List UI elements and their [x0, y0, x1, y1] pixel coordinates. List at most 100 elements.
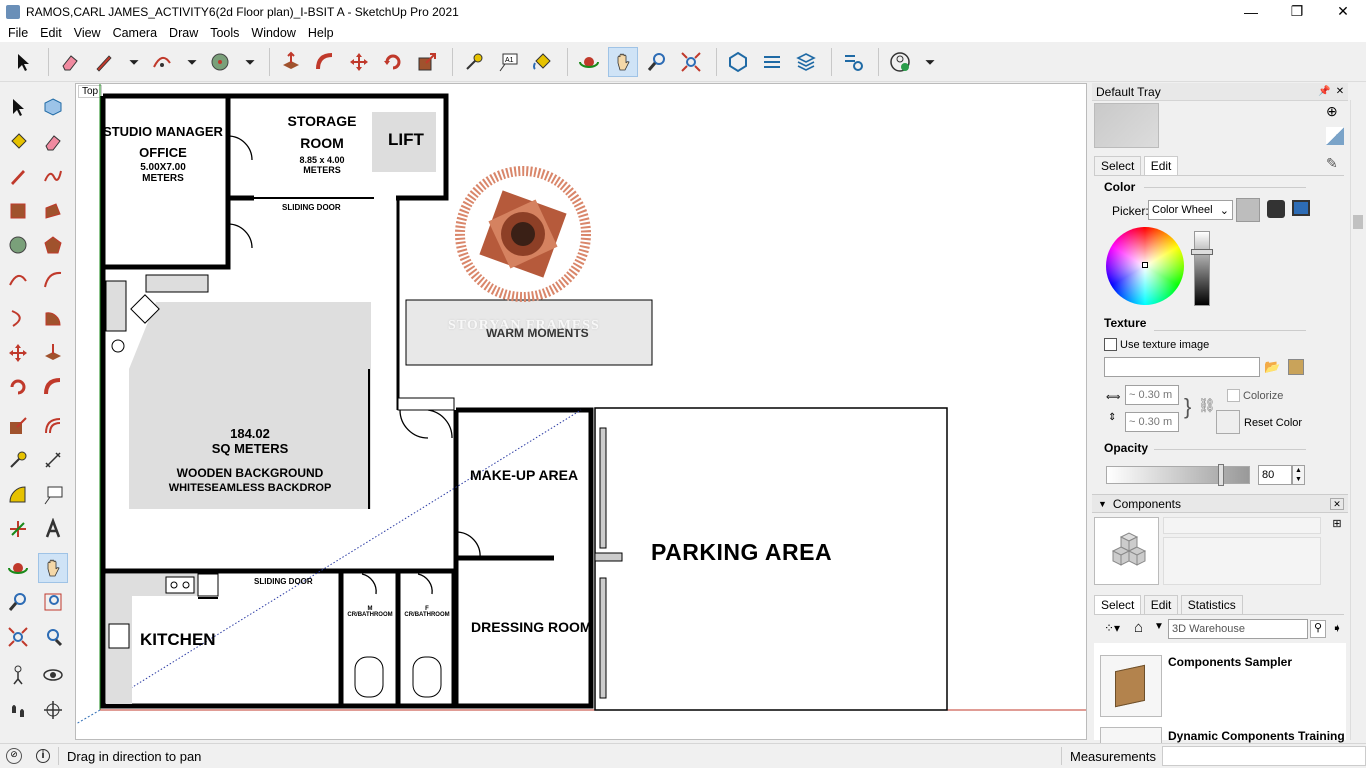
view-options-icon[interactable]: ⁘▾: [1104, 621, 1120, 635]
pie-tool-button[interactable]: [38, 303, 68, 333]
orbit-tool-button[interactable]: [3, 553, 33, 583]
sample-paint-icon[interactable]: ✎: [1326, 155, 1338, 172]
text-tool-button[interactable]: A1: [493, 47, 523, 77]
3d-text-tool-button[interactable]: [38, 514, 68, 544]
maximize-button[interactable]: ❐: [1274, 0, 1320, 23]
current-color-swatch[interactable]: [1236, 198, 1260, 222]
polygon-tool-button[interactable]: [38, 230, 68, 260]
line-tool-button[interactable]: [3, 161, 33, 191]
shape-tool-dropdown[interactable]: [239, 47, 261, 77]
components-tab-statistics[interactable]: Statistics: [1180, 595, 1243, 614]
tray-scrollbar[interactable]: [1350, 100, 1364, 740]
menu-camera[interactable]: Camera: [107, 26, 163, 40]
offset-tool-button[interactable]: [38, 411, 68, 441]
navigation-dropdown[interactable]: ▼: [1154, 621, 1164, 632]
3d-warehouse-button[interactable]: [723, 47, 753, 77]
opacity-input[interactable]: 80: [1258, 465, 1292, 485]
components-details-icon[interactable]: ⊞: [1330, 517, 1344, 533]
match-color-screen-icon[interactable]: [1292, 200, 1310, 216]
components-panel-header[interactable]: ▼ Components ✕: [1092, 494, 1348, 513]
move-tool-button[interactable]: [3, 338, 33, 368]
menu-view[interactable]: View: [68, 26, 107, 40]
match-color-model-icon[interactable]: [1267, 200, 1285, 218]
select-tool-button[interactable]: [3, 92, 33, 122]
look-around-tool-button[interactable]: [38, 660, 68, 690]
text-tool-button[interactable]: [38, 480, 68, 510]
push-pull-tool-button[interactable]: [38, 338, 68, 368]
zoom-extents-tool-button[interactable]: [676, 47, 706, 77]
default-material-icon[interactable]: [1326, 127, 1344, 145]
materials-tab-edit[interactable]: Edit: [1143, 156, 1179, 175]
tape-measure-tool-button[interactable]: [459, 47, 489, 77]
components-tab-edit[interactable]: Edit: [1143, 595, 1179, 614]
tray-close-icon[interactable]: ✕: [1332, 86, 1348, 97]
brightness-slider[interactable]: [1194, 231, 1210, 306]
texture-edit-icon[interactable]: [1288, 359, 1304, 375]
eraser-tool-button[interactable]: [55, 47, 85, 77]
select-tool-button[interactable]: [8, 47, 38, 77]
colorize-row[interactable]: Colorize: [1227, 389, 1283, 402]
extension-manager-button[interactable]: [838, 47, 868, 77]
colorize-checkbox[interactable]: [1227, 389, 1240, 402]
materials-tab-select[interactable]: Select: [1094, 156, 1142, 175]
arc-tool-button[interactable]: [3, 265, 33, 295]
menu-tools[interactable]: Tools: [204, 26, 245, 40]
shape-tool-button[interactable]: [205, 47, 235, 77]
zoom-window-tool-button[interactable]: [38, 587, 68, 617]
use-texture-row[interactable]: Use texture image: [1104, 338, 1209, 351]
section-plane-tool-button[interactable]: [38, 695, 68, 725]
paint-bucket-tool-button[interactable]: [3, 127, 33, 157]
follow-me-tool-button[interactable]: [310, 47, 340, 77]
layout-send-button[interactable]: [791, 47, 821, 77]
warehouse-search-input[interactable]: 3D Warehouse: [1168, 619, 1308, 639]
picker-select[interactable]: Color Wheel ⌄: [1148, 200, 1233, 220]
account-dropdown[interactable]: [919, 47, 941, 77]
reset-color-swatch[interactable]: [1216, 410, 1240, 434]
opacity-spinner[interactable]: ▲ ▼: [1292, 465, 1305, 485]
freehand-tool-button[interactable]: [38, 161, 68, 191]
zoom-tool-button[interactable]: [3, 587, 33, 617]
search-icon[interactable]: ⚲: [1310, 620, 1326, 638]
rotate-tool-button[interactable]: [378, 47, 408, 77]
reset-color-label[interactable]: Reset Color: [1244, 417, 1302, 429]
use-texture-checkbox[interactable]: [1104, 338, 1117, 351]
scale-tool-button[interactable]: [412, 47, 442, 77]
create-material-icon[interactable]: ⊕: [1326, 103, 1344, 121]
dimension-tool-button[interactable]: [38, 445, 68, 475]
arc-tool-button[interactable]: [147, 47, 177, 77]
line-tool-dropdown[interactable]: [123, 47, 145, 77]
color-wheel-marker[interactable]: [1142, 262, 1148, 268]
modeling-viewport[interactable]: Top STUDIO MANAGER OFFICE 5.00X7.00 METE…: [75, 83, 1087, 740]
zoom-extents-tool-button[interactable]: [3, 622, 33, 652]
extension-warehouse-button[interactable]: [757, 47, 787, 77]
tape-measure-tool-button[interactable]: [3, 445, 33, 475]
pan-tool-button[interactable]: [608, 46, 638, 77]
menu-edit[interactable]: Edit: [34, 26, 68, 40]
menu-window[interactable]: Window: [245, 26, 301, 40]
minimize-button[interactable]: —: [1228, 0, 1274, 23]
close-button[interactable]: ✕: [1320, 0, 1366, 23]
texture-path-input[interactable]: [1104, 357, 1260, 377]
opacity-slider[interactable]: [1106, 466, 1250, 484]
paint-bucket-tool-button[interactable]: [527, 47, 557, 77]
home-icon[interactable]: ⌂: [1134, 619, 1143, 636]
zoom-tool-button[interactable]: [642, 47, 672, 77]
forward-arrow-icon[interactable]: ➧: [1332, 621, 1342, 635]
scale-tool-button[interactable]: [3, 411, 33, 441]
info-icon[interactable]: i: [36, 749, 50, 763]
walk-tool-button[interactable]: [3, 695, 33, 725]
components-tab-select[interactable]: Select: [1094, 595, 1142, 614]
account-button[interactable]: [885, 47, 915, 77]
three-point-arc-tool-button[interactable]: [3, 303, 33, 333]
pan-tool-button[interactable]: [38, 552, 68, 583]
push-pull-tool-button[interactable]: [276, 47, 306, 77]
rotated-rectangle-tool-button[interactable]: [38, 196, 68, 226]
circle-tool-button[interactable]: [3, 230, 33, 260]
rectangle-tool-button[interactable]: [3, 196, 33, 226]
brightness-slider-handle[interactable]: [1191, 249, 1213, 255]
texture-height-input[interactable]: ~ 0.30 m: [1125, 412, 1179, 432]
orbit-tool-button[interactable]: [574, 47, 604, 77]
measurements-input[interactable]: [1162, 746, 1366, 766]
eraser-tool-button[interactable]: [38, 127, 68, 157]
menu-help[interactable]: Help: [302, 26, 340, 40]
